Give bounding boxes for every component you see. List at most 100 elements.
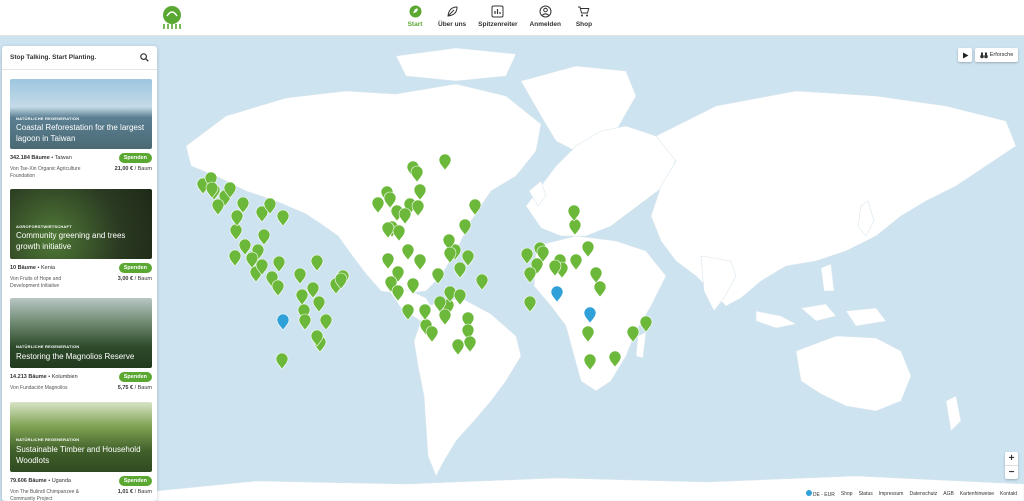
footer-link-kontakt[interactable]: Kontakt xyxy=(1000,491,1017,497)
indonesia-landmass xyxy=(755,303,887,329)
nav-label: Shop xyxy=(575,21,593,28)
project-title: Coastal Reforestation for the largest la… xyxy=(16,123,145,143)
donate-button[interactable]: Spenden xyxy=(118,153,152,163)
project-pin[interactable] xyxy=(228,249,242,267)
project-category: NATÜRLICHE REGENERATION xyxy=(16,437,80,442)
play-icon xyxy=(962,52,968,58)
project-pin[interactable] xyxy=(475,273,489,291)
nav-start[interactable]: Start xyxy=(404,4,426,28)
search-bar[interactable]: Stop Talking. Start Planting. xyxy=(2,46,157,70)
footer-link-impressum[interactable]: Impressum xyxy=(879,491,904,497)
top-navigation-bar: Start Über uns Spitzenreiter Anmelden Sh… xyxy=(0,0,1024,36)
project-sidebar: Stop Talking. Start Planting. NATÜRLICHE… xyxy=(2,46,157,501)
project-title: Restoring the Magnolios Reserve xyxy=(16,352,135,361)
user-icon xyxy=(538,4,552,18)
project-pin[interactable] xyxy=(276,209,290,227)
philippines-landmass xyxy=(820,263,835,292)
project-category: NATÜRLICHE REGENERATION xyxy=(16,116,80,121)
project-tree-count: 10 Bäume • Kenia xyxy=(10,265,56,271)
north-america-landmass xyxy=(185,83,542,295)
project-image: AGROFORSTWIRTSCHAFT Community greening a… xyxy=(10,189,152,259)
project-price: 5,75 € / Baum xyxy=(117,385,152,391)
project-tree-count: 14.213 Bäume • Kolumbien xyxy=(10,374,78,380)
project-card[interactable]: AGROFORSTWIRTSCHAFT Community greening a… xyxy=(10,189,152,290)
project-pin[interactable] xyxy=(230,209,244,227)
nav-label: Start xyxy=(407,21,423,28)
map-footer: DE - EUR Shop Status Impressum Datenschu… xyxy=(802,489,1020,499)
project-image: NATÜRLICHE REGENERATION Restoring the Ma… xyxy=(10,298,152,368)
project-pin[interactable] xyxy=(312,295,326,313)
project-price: 1,01 € / Baum xyxy=(117,489,152,495)
australia-landmass xyxy=(795,335,912,412)
project-pin[interactable] xyxy=(229,223,243,241)
nav-ueber-uns[interactable]: Über uns xyxy=(438,4,466,28)
project-organization: Von Fundación Magnolios xyxy=(10,385,68,391)
footer-link-status[interactable]: Status xyxy=(859,491,873,497)
project-pin[interactable] xyxy=(306,281,320,299)
project-organization: Von The Bulindi Chimpanzee & Community P… xyxy=(10,489,80,501)
project-price: 21,00 € / Baum xyxy=(114,166,152,172)
project-pin[interactable] xyxy=(295,288,309,306)
chart-icon xyxy=(491,4,505,18)
nav-shop[interactable]: Shop xyxy=(573,4,595,28)
project-card[interactable]: NATÜRLICHE REGENERATION Sustainable Timb… xyxy=(10,402,152,501)
zoom-control: + − xyxy=(1005,452,1018,479)
project-pin[interactable] xyxy=(293,267,307,285)
logo-icon[interactable] xyxy=(158,4,186,30)
project-pin[interactable] xyxy=(310,254,324,272)
explore-label: Erforsche xyxy=(989,52,1014,58)
leaf-badge-icon xyxy=(408,4,422,18)
play-tour-button[interactable] xyxy=(958,48,972,62)
project-tree-count: 342.184 Bäume • Taiwan xyxy=(10,155,72,161)
project-pin[interactable] xyxy=(319,313,333,331)
donate-button[interactable]: Spenden xyxy=(118,263,152,273)
project-title: Community greening and trees growth init… xyxy=(16,231,126,251)
project-image: NATÜRLICHE REGENERATION Sustainable Timb… xyxy=(10,402,152,472)
search-label: Stop Talking. Start Planting. xyxy=(10,54,97,61)
new-zealand-landmass xyxy=(945,395,962,432)
explore-button[interactable]: Erforsche xyxy=(975,48,1018,62)
project-tree-count: 79.606 Bäume • Uganda xyxy=(10,478,71,484)
project-pin[interactable] xyxy=(523,295,537,313)
cart-icon xyxy=(577,4,591,18)
donate-button[interactable]: Spenden xyxy=(118,372,152,382)
nav-anmelden[interactable]: Anmelden xyxy=(530,4,561,28)
nav-label: Über uns xyxy=(438,21,467,28)
locale-switcher[interactable]: DE - EUR xyxy=(805,490,835,498)
project-pin[interactable] xyxy=(298,313,312,331)
project-pin[interactable] xyxy=(272,255,286,273)
donate-button[interactable]: Spenden xyxy=(118,476,152,486)
project-pin[interactable] xyxy=(211,198,225,216)
main-nav: Start Über uns Spitzenreiter Anmelden Sh… xyxy=(404,4,595,28)
nav-label: Spitzenreiter xyxy=(478,21,518,28)
world-map[interactable] xyxy=(156,36,1024,501)
project-pin[interactable] xyxy=(271,279,285,297)
footer-link-agb[interactable]: AGB xyxy=(943,491,954,497)
project-organization: Von Tse-Xin Organic Agriculture Foundati… xyxy=(10,166,81,179)
search-icon[interactable] xyxy=(140,53,149,62)
project-pin[interactable] xyxy=(275,352,289,370)
project-pin[interactable] xyxy=(257,228,271,246)
footer-link-datenschutz[interactable]: Datenschutz xyxy=(909,491,937,497)
project-image: NATÜRLICHE REGENERATION Coastal Reforest… xyxy=(10,79,152,149)
highlighted-project-pin[interactable] xyxy=(276,313,290,331)
footer-link-shop[interactable]: Shop xyxy=(841,491,853,497)
project-pin[interactable] xyxy=(401,303,415,321)
globe-icon xyxy=(805,490,812,496)
nav-spitzenreiter[interactable]: Spitzenreiter xyxy=(478,4,518,28)
project-title: Sustainable Timber and Household Woodlot… xyxy=(16,445,141,465)
project-organization: Von Fruits of Hope and Development Initi… xyxy=(10,276,62,289)
zoom-in-button[interactable]: + xyxy=(1005,452,1018,466)
zoom-out-button[interactable]: − xyxy=(1005,466,1018,479)
project-category: NATÜRLICHE REGENERATION xyxy=(16,344,80,349)
project-card[interactable]: NATÜRLICHE REGENERATION Restoring the Ma… xyxy=(10,298,152,392)
nav-label: Anmelden xyxy=(529,21,561,28)
project-category: AGROFORSTWIRTSCHAFT xyxy=(16,224,72,229)
world-map-canvas xyxy=(156,47,1024,501)
project-price: 3,00 € / Baum xyxy=(117,276,152,282)
project-pin[interactable] xyxy=(453,261,467,279)
leaf-icon xyxy=(445,4,459,18)
footer-link-kartenhinweise[interactable]: Kartenhinweise xyxy=(960,491,994,497)
project-card[interactable]: NATÜRLICHE REGENERATION Coastal Reforest… xyxy=(10,79,152,180)
project-pin[interactable] xyxy=(639,315,653,333)
